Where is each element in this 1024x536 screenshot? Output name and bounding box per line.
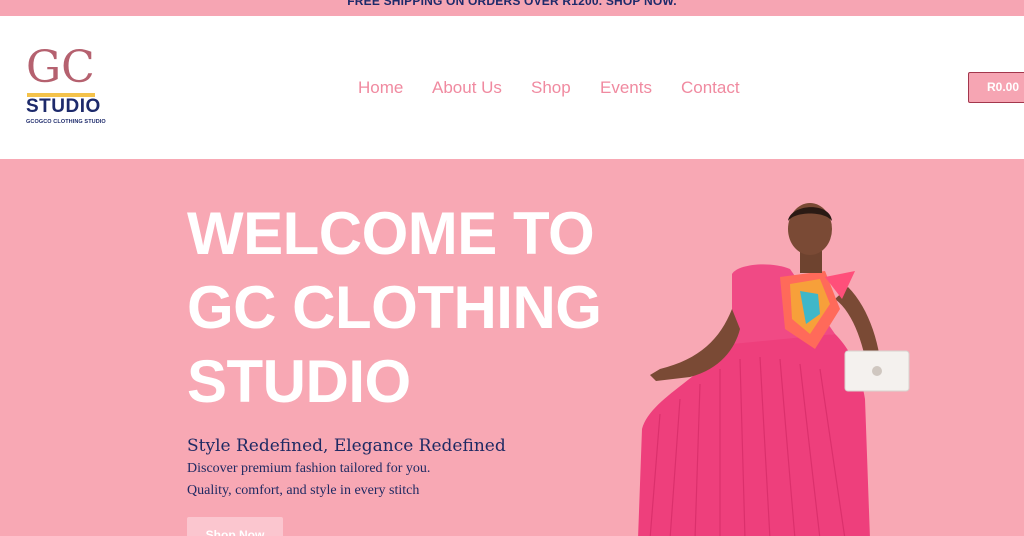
nav-shop[interactable]: Shop xyxy=(531,78,571,98)
hero-title-line-3: STUDIO xyxy=(187,348,411,415)
hero-title-line-2: GC CLOTHING xyxy=(187,274,602,341)
hero-title-line-1: WELCOME TO xyxy=(187,200,595,267)
hero-title: WELCOME TO GC CLOTHING STUDIO xyxy=(187,197,627,419)
cart-button[interactable]: R0.00 xyxy=(968,72,1024,103)
hero-description-line-1: Discover premium fashion tailored for yo… xyxy=(187,461,431,476)
site-logo[interactable]: GC STUDIO GCOGCO CLOTHING STUDIO xyxy=(26,42,106,128)
hero-subtitle: Style Redefined, Elegance Redefined xyxy=(187,436,506,456)
announcement-text[interactable]: FREE SHIPPING ON ORDERS OVER R1200. SHOP… xyxy=(0,0,1024,8)
hero-section: WELCOME TO GC CLOTHING STUDIO Style Rede… xyxy=(0,159,1024,536)
nav-home[interactable]: Home xyxy=(358,78,403,98)
cart-total: R0.00 xyxy=(987,80,1020,94)
shop-now-button[interactable]: Shop Now xyxy=(187,517,283,536)
nav-contact[interactable]: Contact xyxy=(681,78,740,98)
logo-subtitle: GCOGCO CLOTHING STUDIO xyxy=(26,119,106,125)
logo-studio-text: STUDIO xyxy=(26,96,101,117)
site-header: GC STUDIO GCOGCO CLOTHING STUDIO Home Ab… xyxy=(0,16,1024,159)
hero-description-line-2: Quality, comfort, and style in every sti… xyxy=(187,483,420,498)
hero-model-image xyxy=(638,203,910,536)
logo-letters: GC xyxy=(26,42,95,93)
nav-events[interactable]: Events xyxy=(600,78,652,98)
announcement-bar: FREE SHIPPING ON ORDERS OVER R1200. SHOP… xyxy=(0,0,1024,16)
nav-about-us[interactable]: About Us xyxy=(432,78,502,98)
